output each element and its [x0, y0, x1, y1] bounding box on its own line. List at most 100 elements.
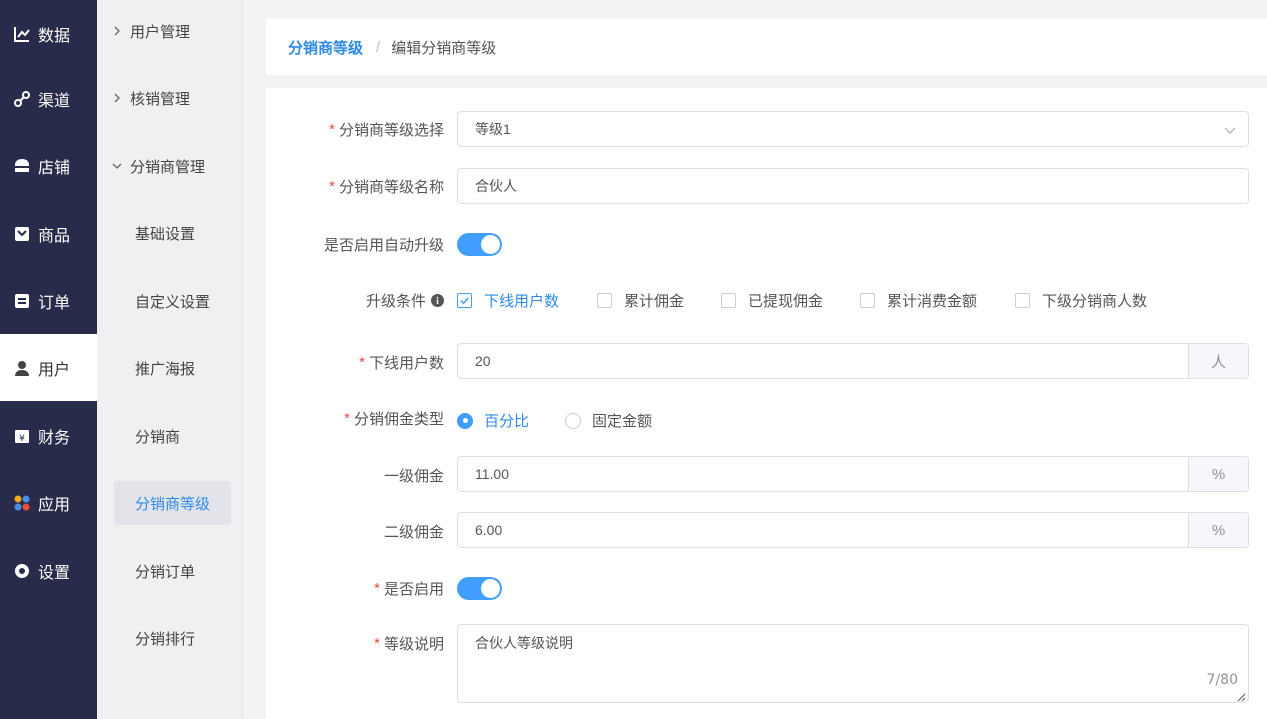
checkbox-label: 下线用户数	[484, 293, 560, 310]
sub-group-distributor[interactable]: 分销商管理	[97, 146, 243, 186]
level-name-input[interactable]: 合伙人	[457, 168, 1249, 204]
upgrade-conditions-label: 升级条件	[366, 290, 444, 311]
nav-item-apps[interactable]: 应用	[0, 469, 97, 536]
sub-group-user-management[interactable]: 用户管理	[97, 11, 243, 51]
checkbox-box	[721, 293, 736, 308]
nav-item-channel[interactable]: 渠道	[0, 65, 97, 132]
sub-item-distribution-orders[interactable]: 分销订单	[114, 549, 231, 593]
label-text: 分销佣金类型	[353, 411, 444, 428]
checkbox-box	[457, 293, 472, 308]
nav-item-finance[interactable]: ¥ 财务	[0, 402, 97, 469]
required-mark: *	[344, 410, 350, 427]
order-icon	[13, 292, 31, 310]
condition-withdrawn-commission-checkbox[interactable]: 已提现佣金	[721, 290, 823, 311]
nav-item-data[interactable]: 数据	[0, 0, 97, 67]
label-text: 是否启用	[383, 581, 444, 598]
level1-commission-value: 11.00	[475, 466, 509, 482]
breadcrumb-current: 编辑分销商等级	[391, 39, 497, 57]
sub-item-distributor-level[interactable]: 分销商等级	[114, 481, 231, 525]
commission-fixed-radio[interactable]: 固定金额	[565, 410, 652, 431]
store-icon	[13, 157, 31, 175]
required-mark: *	[329, 178, 335, 195]
nav-item-store[interactable]: 店铺	[0, 132, 97, 199]
checkbox-label: 累计消费金额	[887, 293, 978, 310]
switch-knob	[481, 579, 500, 598]
breadcrumb: 分销商等级 / 编辑分销商等级	[266, 19, 1267, 75]
nav-label: 商品	[38, 227, 71, 245]
finance-icon: ¥	[13, 427, 31, 445]
level2-commission-value: 6.00	[475, 522, 503, 538]
breadcrumb-separator: /	[376, 38, 381, 56]
commission-percentage-radio[interactable]: 百分比	[457, 410, 529, 431]
label-text: 升级条件	[365, 293, 426, 310]
nav-item-settings[interactable]: 设置	[0, 537, 97, 604]
breadcrumb-parent-link[interactable]: 分销商等级	[288, 37, 363, 58]
level-select-label: * 分销商等级选择	[329, 119, 444, 140]
level1-commission-label: 一级佣金	[383, 468, 444, 485]
radio-label: 百分比	[484, 413, 530, 430]
unit-suffix: 人	[1188, 344, 1248, 378]
chevron-right-icon	[111, 25, 123, 37]
level-name-label: * 分销商等级名称	[329, 176, 444, 197]
sub-item-basic-settings[interactable]: 基础设置	[114, 211, 231, 255]
level2-commission-label: 二级佣金	[383, 524, 444, 541]
description-value: 合伙人等级说明	[475, 636, 573, 652]
enabled-switch[interactable]	[457, 577, 502, 600]
nav-label: 设置	[38, 564, 71, 582]
checkbox-label: 已提现佣金	[748, 293, 824, 310]
level1-commission-input[interactable]: 11.00 %	[457, 456, 1249, 492]
condition-total-commission-checkbox[interactable]: 累计佣金	[597, 290, 684, 311]
level-select[interactable]: 等级1	[457, 111, 1249, 147]
level-select-value: 等级1	[475, 121, 511, 137]
sub-item-ranking[interactable]: 分销排行	[114, 616, 231, 660]
condition-total-spending-checkbox[interactable]: 累计消费金额	[860, 290, 977, 311]
apps-icon	[13, 494, 31, 512]
sub-group-label: 用户管理	[130, 23, 191, 41]
link-icon	[13, 90, 31, 108]
sub-item-distributor[interactable]: 分销商	[114, 414, 231, 458]
svg-text:¥: ¥	[19, 434, 25, 444]
nav-item-user[interactable]: 用户	[0, 334, 97, 401]
label-text: 分销商等级名称	[338, 179, 444, 196]
label-text: 等级说明	[383, 636, 444, 653]
nav-label: 渠道	[38, 92, 71, 110]
char-counter: 7/80	[1206, 672, 1238, 688]
nav-item-goods[interactable]: 商品	[0, 200, 97, 267]
chevron-down-icon	[111, 160, 123, 172]
required-mark: *	[374, 580, 380, 597]
chevron-down-icon	[1224, 123, 1236, 135]
checkbox-box	[597, 293, 612, 308]
auto-upgrade-label: 是否启用自动升级	[323, 237, 444, 254]
unit-suffix: %	[1188, 457, 1248, 491]
sub-group-verification[interactable]: 核销管理	[97, 78, 243, 118]
info-icon[interactable]	[431, 294, 444, 307]
required-mark: *	[374, 635, 380, 652]
required-mark: *	[329, 121, 335, 138]
label-text: 下线用户数	[368, 355, 444, 372]
downline-users-input[interactable]: 20 人	[457, 343, 1249, 379]
sub-group-label: 分销商管理	[130, 158, 206, 176]
nav-label: 数据	[38, 27, 71, 45]
description-textarea[interactable]: 合伙人等级说明 7/80	[457, 624, 1249, 703]
resize-handle-icon[interactable]	[1236, 690, 1246, 702]
radio-dot	[565, 412, 581, 429]
description-label: * 等级说明	[374, 633, 444, 654]
goods-icon	[13, 225, 31, 243]
sub-item-custom-settings[interactable]: 自定义设置	[114, 279, 231, 323]
sub-item-poster[interactable]: 推广海报	[114, 346, 231, 390]
condition-sub-distributors-checkbox[interactable]: 下级分销商人数	[1015, 290, 1147, 311]
switch-knob	[481, 235, 500, 254]
enabled-label: * 是否启用	[374, 578, 444, 599]
secondary-nav: 用户管理 核销管理 分销商管理 基础设置 自定义设置 推广海报 分销商 分销商等…	[97, 0, 243, 719]
auto-upgrade-switch[interactable]	[457, 233, 502, 256]
chevron-right-icon	[111, 92, 123, 104]
level2-commission-input[interactable]: 6.00 %	[457, 512, 1249, 548]
user-icon	[13, 359, 31, 377]
condition-downline-users-checkbox[interactable]: 下线用户数	[457, 290, 559, 311]
sub-group-label: 核销管理	[130, 90, 191, 108]
nav-label: 应用	[38, 496, 71, 514]
nav-item-order[interactable]: 订单	[0, 267, 97, 334]
checkbox-box	[860, 293, 875, 308]
radio-dot	[457, 412, 473, 429]
nav-label: 店铺	[38, 159, 71, 177]
